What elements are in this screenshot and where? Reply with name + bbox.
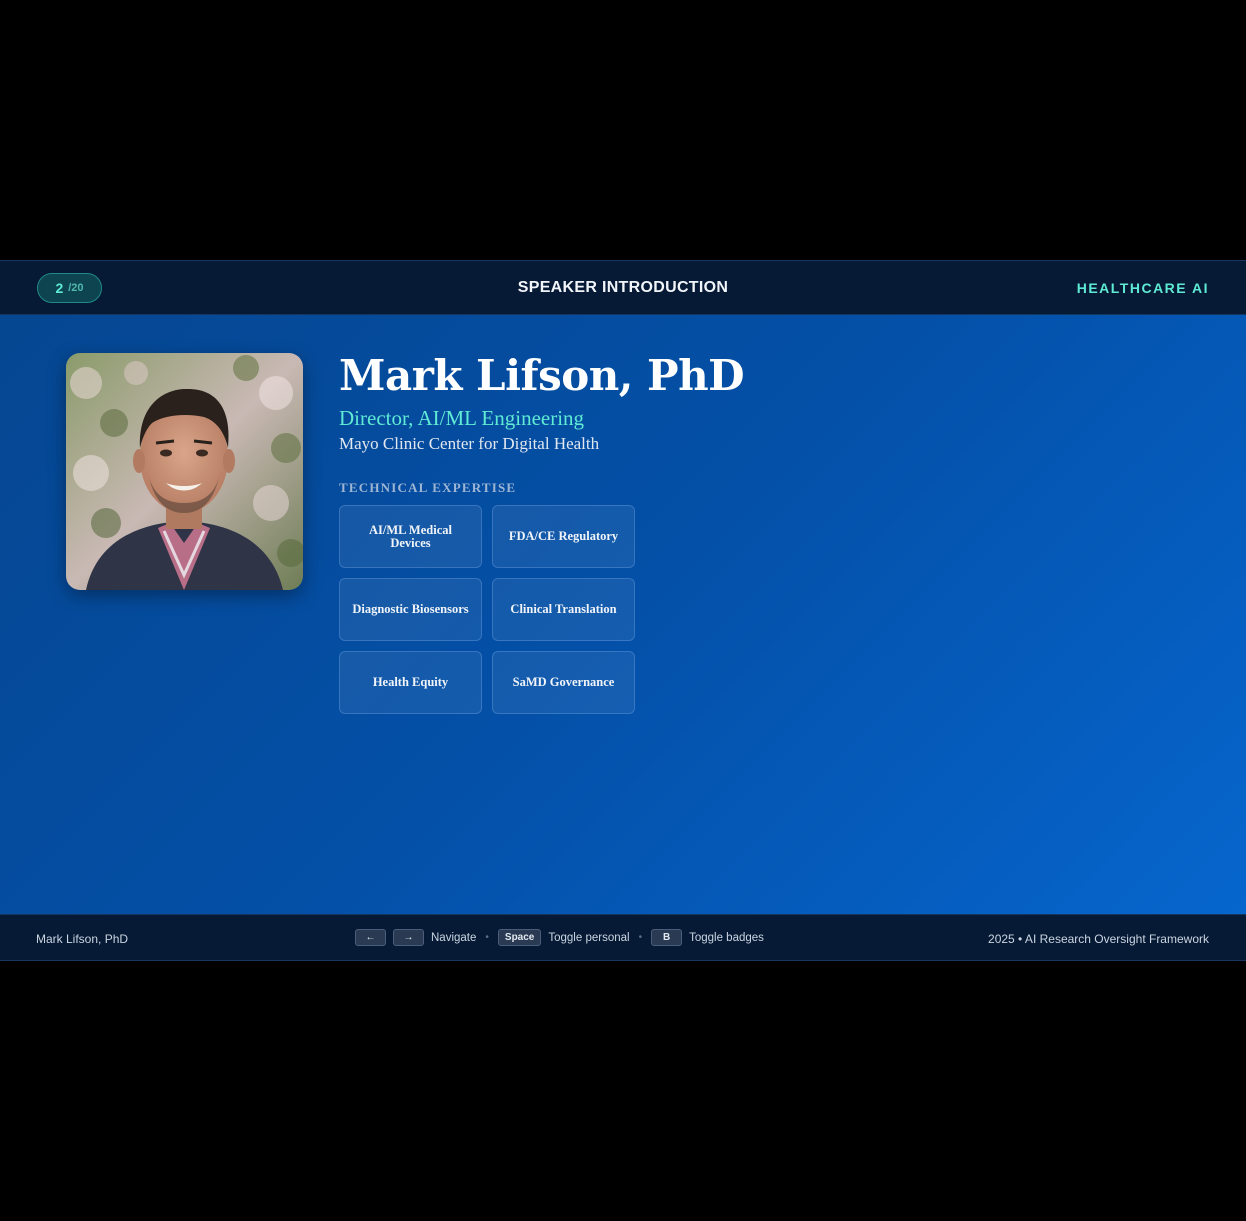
expertise-badge: AI/ML Medical Devices [339,505,482,568]
speaker-photo [66,353,303,590]
prev-key[interactable]: ← [355,929,386,946]
hint-separator: • [638,932,643,943]
footer-framework-label: 2025 • AI Research Oversight Framework [988,932,1209,946]
keyboard-hints: ← → Navigate • Space Toggle personal • B… [355,929,764,946]
speaker-name: Mark Lifson, PhD [339,351,745,400]
expertise-badge: Diagnostic Biosensors [339,578,482,641]
expertise-badge: Clinical Translation [492,578,635,641]
slide: 2 /20 SPEAKER INTRODUCTION HEALTHCARE AI [0,260,1246,961]
expertise-heading: TECHNICAL EXPERTISE [339,480,517,495]
expertise-badge: FDA/CE Regulatory [492,505,635,568]
speaker-organization: Mayo Clinic Center for Digital Health [339,434,600,453]
expertise-badge: Health Equity [339,651,482,714]
footer-bar: Mark Lifson, PhD ← → Navigate • Space To… [0,914,1246,961]
top-bar: 2 /20 SPEAKER INTRODUCTION HEALTHCARE AI [0,260,1246,315]
space-key[interactable]: Space [497,929,542,946]
hint-separator: • [485,932,489,943]
speaker-info: Mark Lifson, PhD Director, AI/ML Enginee… [339,350,745,714]
slide-title: SPEAKER INTRODUCTION [517,279,729,296]
expertise-badges: AI/ML Medical Devices FDA/CE Regulatory … [339,505,744,714]
brand-label: HEALTHCARE AI [1076,280,1209,296]
navigate-hint: Navigate [431,931,477,944]
speaker-role: Director, AI/ML Engineering [339,406,585,430]
toggle-badges-hint: Toggle badges [689,931,764,944]
b-key[interactable]: B [651,929,683,946]
footer-speaker-name: Mark Lifson, PhD [36,932,129,946]
next-key[interactable]: → [393,929,424,946]
expertise-badge: SaMD Governance [492,651,635,714]
toggle-personal-hint: Toggle personal [548,931,630,944]
